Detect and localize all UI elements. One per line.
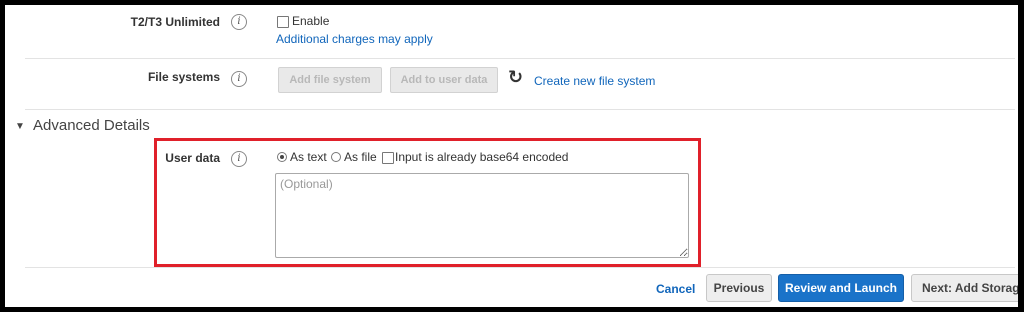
launch-instance-panel: T2/T3 Unlimited i Enable Additional char… xyxy=(5,5,1018,307)
as-file-label: As file xyxy=(344,150,377,164)
divider xyxy=(25,58,1015,59)
review-and-launch-button[interactable]: Review and Launch xyxy=(778,274,904,302)
previous-button[interactable]: Previous xyxy=(706,274,772,302)
as-file-radio[interactable] xyxy=(331,152,341,162)
add-to-user-data-button[interactable]: Add to user data xyxy=(390,67,498,93)
create-file-system-link[interactable]: Create new file system xyxy=(534,74,655,88)
file-systems-label: File systems xyxy=(147,70,220,84)
additional-charges-link[interactable]: Additional charges may apply xyxy=(276,32,433,46)
user-data-label: User data xyxy=(165,151,220,165)
info-icon[interactable]: i xyxy=(231,71,247,87)
as-text-label: As text xyxy=(290,150,327,164)
enable-label: Enable xyxy=(292,14,330,28)
advanced-details-heading[interactable]: Advanced Details xyxy=(33,117,150,134)
base64-label: Input is already base64 encoded xyxy=(395,150,569,164)
as-text-radio[interactable] xyxy=(277,152,287,162)
collapse-arrow-icon[interactable]: ▼ xyxy=(15,121,25,132)
cancel-link[interactable]: Cancel xyxy=(656,282,695,296)
add-file-system-button[interactable]: Add file system xyxy=(278,67,382,93)
divider xyxy=(25,109,1015,110)
info-icon[interactable]: i xyxy=(231,151,247,167)
t2t3-label: T2/T3 Unlimited xyxy=(130,15,220,29)
divider xyxy=(25,267,1015,268)
info-icon[interactable]: i xyxy=(231,14,247,30)
refresh-icon[interactable]: ↻ xyxy=(508,69,523,87)
next-add-storage-button[interactable]: Next: Add Storage xyxy=(911,274,1018,302)
user-data-textarea[interactable] xyxy=(275,173,689,258)
base64-checkbox[interactable] xyxy=(382,152,394,164)
enable-checkbox[interactable] xyxy=(277,16,289,28)
